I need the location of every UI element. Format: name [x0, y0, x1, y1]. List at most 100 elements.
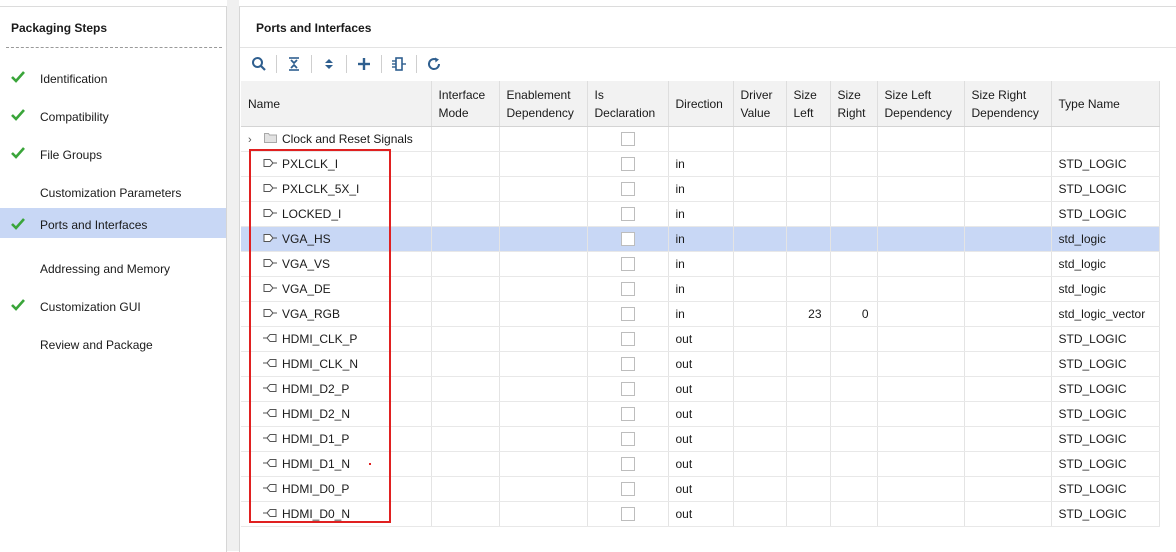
type-name-cell[interactable]: STD_LOGIC [1051, 326, 1160, 352]
column-header[interactable]: Size Right [830, 81, 878, 127]
size-left-cell[interactable] [786, 226, 831, 252]
is-declaration-checkbox[interactable] [620, 307, 635, 322]
size-left-dependency-cell[interactable] [877, 401, 965, 427]
is-declaration-cell[interactable] [587, 326, 669, 352]
table-row[interactable]: VGA_DE in std_logic [241, 276, 1160, 302]
is-declaration-checkbox[interactable] [620, 432, 635, 447]
driver-value-cell[interactable] [733, 301, 787, 327]
size-right-dependency-cell[interactable] [964, 151, 1052, 177]
enablement-dependency-cell[interactable] [499, 276, 588, 302]
interface-mode-cell[interactable] [431, 501, 500, 527]
size-left-cell[interactable] [786, 201, 831, 227]
step-item[interactable]: File Groups [0, 140, 226, 170]
table-row[interactable]: HDMI_D2_P out STD_LOGIC [241, 376, 1160, 402]
size-left-dependency-cell[interactable] [877, 351, 965, 377]
size-right-cell[interactable] [830, 351, 878, 377]
step-item[interactable]: Compatibility [0, 102, 226, 132]
direction-cell[interactable]: in [668, 301, 734, 327]
group-name-cell[interactable]: › Clock and Reset Signals [241, 126, 432, 152]
table-row[interactable]: VGA_HS in std_logic [241, 226, 1160, 252]
size-left-cell[interactable] [786, 501, 831, 527]
direction-cell[interactable]: out [668, 326, 734, 352]
size-left-dependency-cell[interactable] [877, 151, 965, 177]
size-left-cell[interactable] [786, 176, 831, 202]
direction-cell[interactable]: in [668, 251, 734, 277]
type-name-cell[interactable]: std_logic [1051, 251, 1160, 277]
is-declaration-cell[interactable] [587, 151, 669, 177]
refresh-icon[interactable] [421, 53, 447, 75]
enablement-dependency-cell[interactable] [499, 376, 588, 402]
is-declaration-cell[interactable] [587, 301, 669, 327]
type-name-cell[interactable]: STD_LOGIC [1051, 451, 1160, 477]
direction-cell[interactable]: in [668, 151, 734, 177]
driver-value-cell[interactable] [733, 376, 787, 402]
driver-value-cell[interactable] [733, 151, 787, 177]
enablement-dependency-cell[interactable] [499, 426, 588, 452]
port-name-cell[interactable]: PXLCLK_5X_I [241, 176, 432, 202]
driver-value-cell[interactable] [733, 201, 787, 227]
port-name-cell[interactable]: VGA_VS [241, 251, 432, 277]
port-name-cell[interactable]: HDMI_CLK_N [241, 351, 432, 377]
column-header[interactable]: Size Left Dependency [877, 81, 965, 127]
type-name-cell[interactable]: STD_LOGIC [1051, 176, 1160, 202]
is-declaration-checkbox[interactable] [620, 182, 635, 197]
size-right-dependency-cell[interactable] [964, 376, 1052, 402]
step-item[interactable]: Customization GUI [0, 292, 226, 322]
interface-mode-cell[interactable] [431, 401, 500, 427]
interface-mode-cell[interactable] [431, 226, 500, 252]
driver-value-cell[interactable] [733, 501, 787, 527]
interface-mode-cell[interactable] [431, 326, 500, 352]
type-name-cell[interactable]: STD_LOGIC [1051, 401, 1160, 427]
is-declaration-checkbox[interactable] [620, 207, 635, 222]
size-right-dependency-cell[interactable] [964, 476, 1052, 502]
size-right-cell[interactable] [830, 226, 878, 252]
add-icon[interactable] [351, 53, 377, 75]
size-right-dependency-cell[interactable] [964, 401, 1052, 427]
size-right-dependency-cell[interactable] [964, 351, 1052, 377]
port-name-cell[interactable]: VGA_HS [241, 226, 432, 252]
size-left-dependency-cell[interactable] [877, 301, 965, 327]
port-name-cell[interactable]: VGA_DE [241, 276, 432, 302]
size-left-cell[interactable] [786, 351, 831, 377]
driver-value-cell[interactable] [733, 476, 787, 502]
size-right-dependency-cell[interactable] [964, 426, 1052, 452]
search-icon[interactable] [246, 53, 272, 75]
table-row[interactable]: PXLCLK_I in STD_LOGIC [241, 151, 1160, 177]
size-left-cell[interactable] [786, 376, 831, 402]
is-declaration-cell[interactable] [587, 426, 669, 452]
is-declaration-cell[interactable] [587, 176, 669, 202]
size-left-dependency-cell[interactable] [877, 251, 965, 277]
size-right-cell[interactable] [830, 201, 878, 227]
enablement-dependency-cell[interactable] [499, 176, 588, 202]
enablement-dependency-cell[interactable] [499, 251, 588, 277]
map-ports-icon[interactable] [386, 53, 412, 75]
column-header[interactable]: Type Name [1051, 81, 1160, 127]
expand-all-icon[interactable] [316, 53, 342, 75]
size-left-dependency-cell[interactable] [877, 476, 965, 502]
port-name-cell[interactable]: HDMI_D1_P [241, 426, 432, 452]
size-left-dependency-cell[interactable] [877, 376, 965, 402]
column-header[interactable]: Size Left [786, 81, 831, 127]
size-right-dependency-cell[interactable] [964, 251, 1052, 277]
direction-cell[interactable]: in [668, 276, 734, 302]
size-left-dependency-cell[interactable] [877, 451, 965, 477]
is-declaration-cell[interactable] [587, 251, 669, 277]
enablement-dependency-cell[interactable] [499, 201, 588, 227]
collapse-all-icon[interactable] [281, 53, 307, 75]
type-name-cell[interactable]: std_logic [1051, 226, 1160, 252]
is-declaration-cell[interactable] [587, 351, 669, 377]
enablement-dependency-cell[interactable] [499, 326, 588, 352]
size-left-cell[interactable] [786, 451, 831, 477]
size-right-cell[interactable] [830, 376, 878, 402]
is-declaration-checkbox[interactable] [620, 407, 635, 422]
driver-value-cell[interactable] [733, 401, 787, 427]
step-item[interactable]: Customization Parameters [0, 178, 226, 208]
is-declaration-cell[interactable] [587, 451, 669, 477]
port-name-cell[interactable]: HDMI_D1_N [241, 451, 432, 477]
size-left-dependency-cell[interactable] [877, 501, 965, 527]
size-right-cell[interactable]: 0 [830, 301, 878, 327]
type-name-cell[interactable]: std_logic [1051, 276, 1160, 302]
is-declaration-checkbox[interactable] [620, 257, 635, 272]
size-left-dependency-cell[interactable] [877, 226, 965, 252]
size-right-cell[interactable] [830, 401, 878, 427]
